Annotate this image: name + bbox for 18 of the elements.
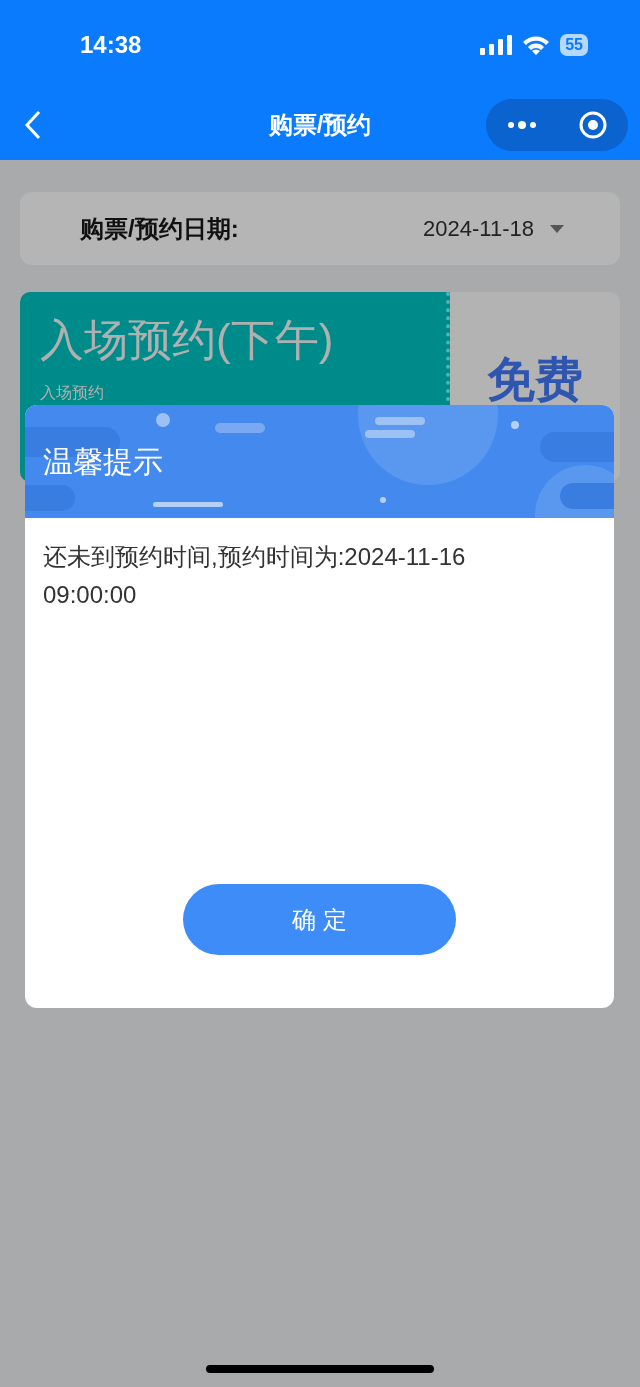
status-time: 14:38 — [80, 30, 142, 60]
close-target-icon[interactable] — [577, 110, 608, 140]
dialog-message: 还未到预约时间,预约时间为:2024-11-16 09:00:00 — [43, 542, 467, 610]
battery-indicator: 55 — [560, 34, 588, 56]
ticket-price: 免费 — [487, 356, 583, 408]
date-value: 2024-11-18 — [423, 215, 534, 243]
date-picker[interactable]: 购票/预约日期: 2024-11-18 — [20, 192, 620, 265]
dropdown-caret-icon — [550, 224, 564, 233]
ticket-subtitle: 入场预约 — [40, 383, 105, 403]
signal-icon — [480, 35, 513, 55]
back-icon[interactable] — [24, 110, 42, 140]
confirm-button[interactable]: 确 定 — [183, 884, 456, 955]
more-icon[interactable] — [506, 121, 537, 129]
page-title: 购票/预约 — [268, 110, 372, 140]
dialog-title: 温馨提示 — [43, 444, 163, 480]
date-label: 购票/预约日期: — [80, 213, 239, 244]
ticket-title: 入场预约(下午) — [40, 314, 335, 366]
wifi-icon — [522, 35, 551, 55]
